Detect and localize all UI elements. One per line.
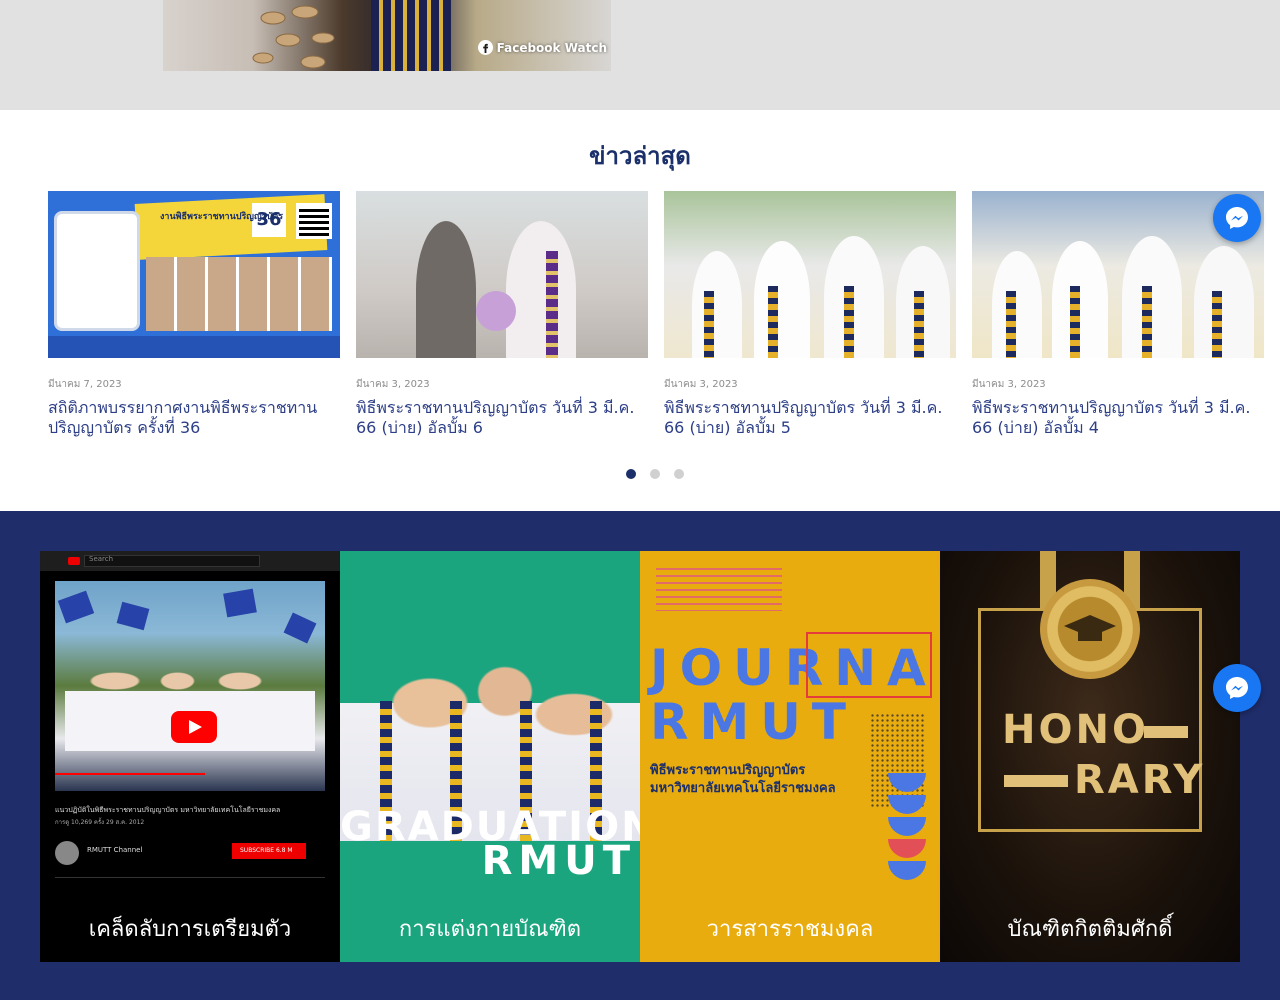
video-progress-bar[interactable] [55,773,205,775]
tile-graduate-attire[interactable]: GRADUATION RMUT การแต่งกายบัณฑิต [340,551,640,962]
news-card[interactable]: 36 งานพิธีพระราชทานปริญญาบัตร มีนาคม 7, … [48,191,340,438]
news-card-image[interactable] [356,191,648,358]
tile-caption: วารสารราชมงคล [706,917,874,942]
youtube-video-meta: การดู 10,269 ครั้ง 29 ส.ค. 2012 [55,819,145,826]
youtube-play-icon[interactable] [171,711,217,743]
facebook-watch-badge[interactable]: Facebook Watch [477,40,607,55]
wave-decoration [656,563,782,611]
honorary-word-1: HONO [1002,707,1149,753]
youtube-logo-icon [68,557,80,565]
youtube-search-placeholder: Search [89,555,114,563]
news-headline-link[interactable]: พิธีพระราชทานปริญญาบัตร วันที่ 3 มี.ค. 6… [664,398,956,438]
news-headline-link[interactable]: สถิติภาพบรรยากาศงานพิธีพระราชทานปริญญาบั… [48,398,340,438]
graduate-gown [371,0,451,71]
carousel-pagination [626,469,684,479]
video-section: Facebook Watch [0,0,1280,110]
tile-caption: บัณฑิตกิตติมศักดิ์ [1007,917,1173,942]
honorary-word-2: RARY [1074,757,1206,803]
youtube-subscribe-button: SUBSCRIBE 6.8 M [232,843,306,859]
messenger-chat-button[interactable] [1213,194,1261,242]
messenger-icon [1226,207,1248,229]
tile-rajamangala-journal[interactable]: JOURNAL RMUT พิธีพระราชทานปริญญาบัตร มหา… [640,551,940,962]
image-caption: งานพิธีพระราชทานปริญญาบัตร [160,212,284,222]
news-card-image[interactable] [664,191,956,358]
news-card[interactable]: มีนาคม 3, 2023 พิธีพระราชทานปริญญาบัตร ว… [356,191,648,438]
rmut-word: RMUT [481,838,636,884]
carousel-dot-2[interactable] [650,469,660,479]
news-headline-link[interactable]: พิธีพระราชทานปริญญาบัตร วันที่ 3 มี.ค. 6… [972,398,1264,438]
qr-code-icon [296,203,332,239]
messenger-icon [1226,677,1248,699]
youtube-toolbar: Search [40,551,340,571]
tile-honorary-graduates[interactable]: HONO RARY บัณฑิตกิตติมศักดิ์ [940,551,1240,962]
news-section-title: ข่าวล่าสุด [589,142,691,170]
facebook-video-embed[interactable]: Facebook Watch [163,0,611,71]
tile-preparation-tips[interactable]: Search แนวปฏิบัติในพิธีพระราชทานปริญญาบั… [40,551,340,962]
youtube-video-title: แนวปฏิบัติในพิธีพระราชทานปริญญาบัตร มหาว… [55,806,281,814]
carousel-dot-1[interactable] [626,469,636,479]
news-date: มีนาคม 7, 2023 [48,379,122,390]
youtube-channel-name: RMUTT Channel [87,846,143,854]
journal-thai-line-2: มหาวิทยาลัยเทคโนโลยีราชมงคล [650,781,836,796]
messenger-chat-button[interactable] [1213,664,1261,712]
youtube-search-box: Search [84,555,260,567]
lotus-decoration-icon [252,5,335,69]
news-date: มีนาคม 3, 2023 [356,379,430,390]
phone-mockup [54,211,140,331]
avatar [55,841,79,865]
youtube-video-thumbnail[interactable] [55,581,325,791]
facebook-icon [477,40,493,55]
facebook-watch-label: Facebook Watch [496,40,607,55]
news-card[interactable]: มีนาคม 3, 2023 พิธีพระราชทานปริญญาบัตร ว… [664,191,956,438]
graduation-cap-icon [1064,615,1116,641]
news-card-image[interactable]: 36 งานพิธีพระราชทานปริญญาบัตร [48,191,340,358]
news-date: มีนาคม 3, 2023 [972,379,1046,390]
tile-caption: การแต่งกายบัณฑิต [398,917,582,942]
tile-caption: เคล็ดลับการเตรียมตัว [88,917,292,942]
news-headline-link[interactable]: พิธีพระราชทานปริญญาบัตร วันที่ 3 มี.ค. 6… [356,398,648,438]
news-date: มีนาคม 3, 2023 [664,379,738,390]
rmut-word: RMUT [650,693,857,751]
medal-icon [1040,579,1140,679]
carousel-dot-3[interactable] [674,469,684,479]
highlight-box [806,632,932,698]
